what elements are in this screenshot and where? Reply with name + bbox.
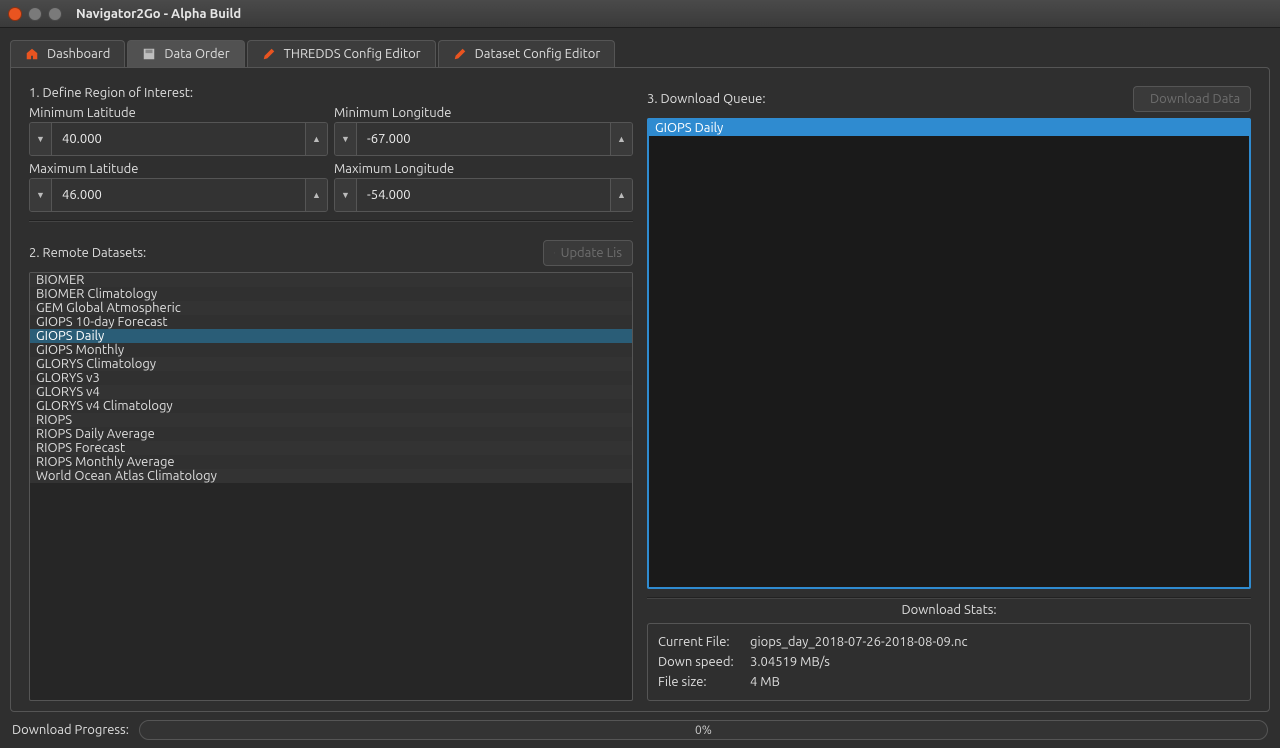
min-lon-label: Minimum Longitude <box>334 106 633 120</box>
min-lon-input[interactable]: ▼ -67.000 ▲ <box>334 122 633 156</box>
max-lat-input[interactable]: ▼ 46.000 ▲ <box>29 178 328 212</box>
queue-item[interactable]: GIOPS Daily <box>649 120 1249 136</box>
list-item[interactable]: GLORYS Climatology <box>30 357 632 371</box>
tab-data-order[interactable]: Data Order <box>127 40 244 67</box>
min-lat-label: Minimum Latitude <box>29 106 328 120</box>
list-item[interactable]: RIOPS Monthly Average <box>30 455 632 469</box>
tab-dataset-label: Dataset Config Editor <box>475 47 601 61</box>
spin-up-icon[interactable]: ▲ <box>610 179 632 211</box>
spin-up-icon[interactable]: ▲ <box>305 123 327 155</box>
max-lon-input[interactable]: ▼ -54.000 ▲ <box>334 178 633 212</box>
spin-down-icon[interactable]: ▼ <box>30 123 52 155</box>
divider <box>29 220 633 222</box>
download-data-button: Download Data <box>1133 86 1251 112</box>
download-progress-bar: 0% <box>139 720 1268 740</box>
max-lat-label: Maximum Latitude <box>29 162 328 176</box>
tab-thredds[interactable]: THREDDS Config Editor <box>247 40 436 67</box>
spin-up-icon[interactable]: ▲ <box>305 179 327 211</box>
spin-down-icon[interactable]: ▼ <box>335 179 357 211</box>
max-lon-value: -54.000 <box>357 179 610 211</box>
region-heading: 1. Define Region of Interest: <box>29 86 633 100</box>
list-item[interactable]: GLORYS v3 <box>30 371 632 385</box>
list-item[interactable]: GIOPS 10-day Forecast <box>30 315 632 329</box>
stats-box: Current File: giops_day_2018-07-26-2018-… <box>647 623 1251 701</box>
divider <box>647 597 1251 599</box>
update-list-button: Update Lis <box>543 240 633 266</box>
list-item[interactable]: BIOMER Climatology <box>30 287 632 301</box>
window-titlebar: Navigator2Go - Alpha Build <box>0 0 1280 28</box>
download-progress-percent: 0% <box>695 724 712 737</box>
list-item[interactable]: BIOMER <box>30 273 632 287</box>
list-item[interactable]: RIOPS Forecast <box>30 441 632 455</box>
remote-datasets-list[interactable]: BIOMERBIOMER ClimatologyGEM Global Atmos… <box>29 272 633 701</box>
min-lon-value: -67.000 <box>357 123 610 155</box>
min-lat-value: 40.000 <box>52 123 305 155</box>
download-data-label: Download Data <box>1150 92 1240 106</box>
list-item[interactable]: RIOPS Daily Average <box>30 427 632 441</box>
cloud-icon <box>554 246 555 260</box>
max-lon-label: Maximum Longitude <box>334 162 633 176</box>
pencil-icon <box>453 47 467 61</box>
window-title: Navigator2Go - Alpha Build <box>76 7 241 21</box>
file-size-label: File size: <box>658 672 738 692</box>
spin-down-icon[interactable]: ▼ <box>335 123 357 155</box>
list-item[interactable]: GIOPS Monthly <box>30 343 632 357</box>
window-minimize-button[interactable] <box>28 7 42 21</box>
tab-thredds-label: THREDDS Config Editor <box>284 47 421 61</box>
tab-dashboard-label: Dashboard <box>47 47 110 61</box>
list-item[interactable]: RIOPS <box>30 413 632 427</box>
disk-icon <box>142 47 156 61</box>
spin-down-icon[interactable]: ▼ <box>30 179 52 211</box>
stats-heading: Download Stats: <box>647 603 1251 617</box>
tab-dashboard[interactable]: Dashboard <box>10 40 125 67</box>
queue-heading: 3. Download Queue: <box>647 92 766 106</box>
list-item[interactable]: GEM Global Atmospheric <box>30 301 632 315</box>
current-file-value: giops_day_2018-07-26-2018-08-09.nc <box>750 632 968 652</box>
tab-bar: Dashboard Data Order THREDDS Config Edit… <box>10 40 1270 67</box>
window-close-button[interactable] <box>8 7 22 21</box>
list-item[interactable]: GLORYS v4 Climatology <box>30 399 632 413</box>
update-list-label: Update Lis <box>561 246 622 260</box>
list-item[interactable]: GLORYS v4 <box>30 385 632 399</box>
down-speed-value: 3.04519 MB/s <box>750 652 830 672</box>
list-item[interactable]: GIOPS Daily <box>30 329 632 343</box>
spin-up-icon[interactable]: ▲ <box>610 123 632 155</box>
download-progress-label: Download Progress: <box>12 723 129 737</box>
list-item[interactable]: World Ocean Atlas Climatology <box>30 469 632 483</box>
min-lat-input[interactable]: ▼ 40.000 ▲ <box>29 122 328 156</box>
down-speed-label: Down speed: <box>658 652 738 672</box>
window-maximize-button[interactable] <box>48 7 62 21</box>
tab-data-order-label: Data Order <box>164 47 229 61</box>
max-lat-value: 46.000 <box>52 179 305 211</box>
pencil-icon <box>262 47 276 61</box>
file-size-value: 4 MB <box>750 672 780 692</box>
home-icon <box>25 47 39 61</box>
tab-dataset[interactable]: Dataset Config Editor <box>438 40 616 67</box>
remote-heading: 2. Remote Datasets: <box>29 246 146 260</box>
download-queue-list[interactable]: GIOPS Daily <box>647 118 1251 589</box>
current-file-label: Current File: <box>658 632 738 652</box>
